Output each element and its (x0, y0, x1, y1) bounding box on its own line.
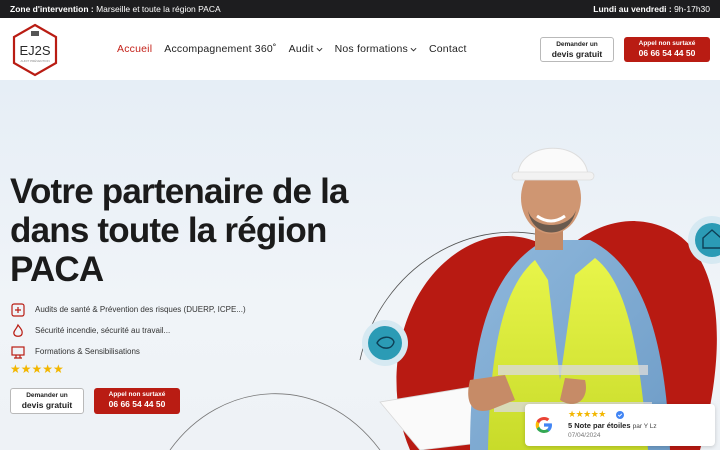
call-line2: 06 66 54 44 50 (638, 48, 696, 58)
verified-badge-icon (616, 411, 624, 419)
google-icon (535, 417, 552, 433)
review-summary: 5 Note par étoiles par Y Lz (568, 421, 657, 430)
quote-line2: devis gratuit (21, 400, 73, 410)
feature-label: Sécurité incendie, sécurité au travail..… (35, 326, 171, 335)
service-area: Zone d'intervention : Marseille et toute… (10, 4, 221, 14)
opening-hours: Lundi au vendredi : 9h-17h30 (593, 4, 710, 14)
feature-item: Audits de santé & Prévention des risques… (10, 299, 246, 320)
logo-subtext: AUDIT PRÉVENTION (20, 58, 49, 63)
quote-line2: devis gratuit (551, 49, 603, 59)
fire-safety-icon (13, 323, 23, 337)
nav-item-accueil[interactable]: Accueil (117, 43, 152, 55)
call-line1: Appel non surtaxé (108, 391, 166, 398)
feature-label: Formations & Sensibilisations (35, 347, 140, 356)
quote-line1: Demander un (26, 392, 68, 399)
ej2s-logo[interactable]: EJ2S AUDIT PRÉVENTION (10, 22, 60, 78)
nav-label: Accompagnement 360˚ (164, 43, 277, 55)
nav-item-formations[interactable]: Nos formations (335, 43, 417, 55)
feature-list: Audits de santé & Prévention des risques… (10, 299, 246, 362)
review-note: 5 Note par étoiles (568, 421, 631, 430)
chevron-down-icon (410, 47, 417, 52)
header-call-button[interactable]: Appel non surtaxé 06 66 54 44 50 (624, 37, 710, 62)
review-stars: ★★★★★ (568, 409, 606, 419)
star-rating-text: ★★★★★ (10, 362, 64, 376)
service-area-value: Marseille et toute la région PACA (96, 4, 221, 14)
service-area-label: Zone d'intervention : (10, 4, 94, 14)
logo-text: EJ2S (19, 43, 50, 58)
site-header: EJ2S AUDIT PRÉVENTION Accueil Accompagne… (0, 18, 720, 80)
opening-hours-value: 9h-17h30 (674, 4, 710, 14)
hero-quote-button[interactable]: Demander un devis gratuit (10, 388, 84, 414)
google-review-widget[interactable]: ★★★★★ 5 Note par étoiles par Y Lz 07/04/… (525, 404, 715, 446)
feature-item: Sécurité incendie, sécurité au travail..… (10, 320, 246, 341)
call-line2: 06 66 54 44 50 (108, 399, 166, 409)
nav-item-contact[interactable]: Contact (429, 43, 467, 55)
nav-label: Nos formations (334, 43, 408, 55)
hero-headline: Votre partenaire de la dans toute la rég… (10, 172, 349, 289)
opening-hours-label: Lundi au vendredi : (593, 4, 672, 14)
rating-stars: ★★★★★ (10, 362, 65, 376)
chevron-down-icon (316, 47, 323, 52)
hero-call-button[interactable]: Appel non surtaxé 06 66 54 44 50 (94, 388, 180, 414)
nav-label: Audit (288, 43, 314, 55)
nav-label: Contact (428, 43, 467, 55)
call-line1: Appel non surtaxé (638, 40, 696, 47)
hero-section: Votre partenaire de la dans toute la rég… (0, 80, 720, 450)
quote-line1: Demander un (556, 41, 598, 48)
review-date: 07/04/2024 (568, 432, 601, 439)
feature-label: Audits de santé & Prévention des risques… (35, 305, 246, 314)
nav-item-accompagnement[interactable]: Accompagnement 360˚ (164, 43, 276, 55)
nav-item-audit[interactable]: Audit (289, 43, 323, 55)
health-audit-icon (11, 302, 25, 317)
training-icon (11, 345, 25, 359)
main-nav: Accueil Accompagnement 360˚ Audit Nos fo… (117, 43, 479, 55)
top-info-bar: Zone d'intervention : Marseille et toute… (0, 0, 720, 18)
nav-label: Accueil (117, 43, 153, 55)
feature-item: Formations & Sensibilisations (10, 341, 246, 362)
review-author: par Y Lz (632, 423, 657, 430)
header-quote-button[interactable]: Demander un devis gratuit (540, 37, 614, 62)
